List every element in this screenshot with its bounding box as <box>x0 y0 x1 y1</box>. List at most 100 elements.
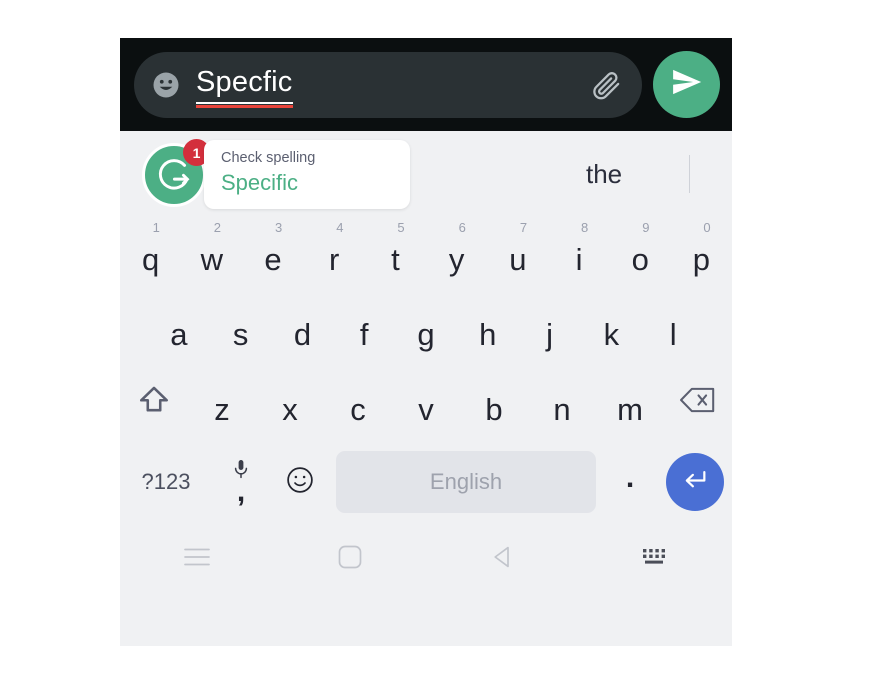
home-button[interactable] <box>273 523 426 595</box>
suggestion-separator <box>689 155 690 193</box>
key-x[interactable]: x <box>256 366 324 441</box>
paperclip-icon[interactable] <box>590 68 624 102</box>
hide-keyboard-button[interactable] <box>579 523 732 595</box>
key-label: j <box>546 316 554 352</box>
key-number-hint: 7 <box>519 220 528 235</box>
key-label: z <box>214 391 230 427</box>
key-y[interactable]: 6y <box>426 216 487 291</box>
key-number-hint: 6 <box>458 220 466 235</box>
key-d[interactable]: d <box>272 291 334 366</box>
key-number-hint: 4 <box>336 220 344 235</box>
key-i[interactable]: 8i <box>548 216 609 291</box>
key-s[interactable]: s <box>210 291 272 366</box>
key-f[interactable]: f <box>333 291 395 366</box>
keyboard-row-1: 1q2w3e4r5t6y7u8i9o0p <box>120 216 732 291</box>
emoji-key[interactable] <box>270 465 330 500</box>
key-label: v <box>418 391 434 427</box>
phone-screen: Specfic 1 Check spelling Specific the 1 … <box>120 38 732 646</box>
key-l[interactable]: l <box>642 291 704 366</box>
key-a[interactable]: a <box>148 291 210 366</box>
backspace-icon <box>679 385 717 423</box>
key-label: r <box>329 241 340 277</box>
key-label: a <box>170 316 188 352</box>
key-number-hint: 3 <box>275 220 283 235</box>
key-o[interactable]: 9o <box>610 216 671 291</box>
key-label: g <box>417 316 435 352</box>
key-label: b <box>485 391 503 427</box>
key-label: h <box>479 316 497 352</box>
key-r[interactable]: 4r <box>304 216 365 291</box>
home-square-icon <box>337 544 363 575</box>
comma-key[interactable]: , <box>212 441 270 523</box>
enter-key-circle <box>666 453 724 511</box>
android-navigation-bar <box>120 523 732 595</box>
key-p[interactable]: 0p <box>671 216 732 291</box>
key-h[interactable]: h <box>457 291 519 366</box>
recents-button[interactable] <box>120 523 273 595</box>
check-spelling-card[interactable]: Check spelling Specific <box>204 140 410 209</box>
suggestion-strip: 1 Check spelling Specific the and <box>120 131 732 216</box>
key-label: s <box>232 316 249 352</box>
key-label: n <box>553 391 571 427</box>
key-label: i <box>575 241 583 277</box>
key-label: u <box>509 241 527 277</box>
key-label: q <box>141 241 160 277</box>
spell-card-suggestion: Specific <box>221 170 299 195</box>
key-n[interactable]: n <box>528 366 596 441</box>
key-u[interactable]: 7u <box>487 216 548 291</box>
key-v[interactable]: v <box>392 366 460 441</box>
key-number-hint: 8 <box>581 220 589 235</box>
smiley-face-icon[interactable] <box>150 69 182 101</box>
key-g[interactable]: g <box>395 291 457 366</box>
key-m[interactable]: m <box>596 366 664 441</box>
message-input-field[interactable]: Specfic <box>134 51 642 118</box>
key-label: x <box>282 391 298 427</box>
backspace-key[interactable] <box>664 366 732 441</box>
back-triangle-icon <box>490 544 516 575</box>
key-label: f <box>359 316 369 352</box>
virtual-keyboard: 1q2w3e4r5t6y7u8i9o0p asdfghjkl zxcvbnm ?… <box>120 216 732 523</box>
key-label: e <box>264 241 282 277</box>
key-label: d <box>293 316 312 352</box>
key-number-hint: 2 <box>213 220 222 235</box>
key-label: m <box>617 391 643 427</box>
comma-label: , <box>236 475 246 508</box>
key-b[interactable]: b <box>460 366 528 441</box>
key-z[interactable]: z <box>188 366 256 441</box>
key-number-hint: 5 <box>397 220 405 235</box>
key-label: c <box>350 391 366 427</box>
key-k[interactable]: k <box>580 291 642 366</box>
symbols-key[interactable]: ?123 <box>120 469 212 495</box>
key-number-hint: 9 <box>642 220 650 235</box>
shift-key[interactable] <box>120 366 188 441</box>
key-t[interactable]: 5t <box>365 216 426 291</box>
key-number-hint: 1 <box>152 220 160 235</box>
shift-arrow-icon <box>137 383 171 425</box>
key-label: p <box>692 241 711 277</box>
key-q[interactable]: 1q <box>120 216 181 291</box>
key-e[interactable]: 3e <box>242 216 303 291</box>
message-text-wrap: Specfic <box>182 52 582 118</box>
space-key[interactable]: English <box>336 451 596 513</box>
enter-key[interactable] <box>658 453 732 511</box>
key-label: o <box>631 241 649 277</box>
recents-menu-icon <box>182 546 212 573</box>
enter-return-icon <box>681 466 709 499</box>
back-button[interactable] <box>426 523 579 595</box>
compose-bar: Specfic <box>120 38 732 131</box>
key-w[interactable]: 2w <box>181 216 242 291</box>
send-paper-plane-icon <box>670 65 704 104</box>
key-label: w <box>200 241 223 277</box>
keyboard-row-4: ?123 , English . <box>120 441 732 523</box>
suggestion-word-the[interactable]: the <box>586 159 622 190</box>
grammarly-button[interactable]: 1 <box>138 139 210 211</box>
message-text: Specfic <box>196 65 293 108</box>
period-key[interactable]: . <box>602 461 658 503</box>
key-label: k <box>603 316 620 352</box>
send-button[interactable] <box>653 51 720 118</box>
key-c[interactable]: c <box>324 366 392 441</box>
key-number-hint: 0 <box>703 220 711 235</box>
hide-keyboard-icon <box>641 547 671 572</box>
key-j[interactable]: j <box>519 291 581 366</box>
spell-card-title: Check spelling <box>221 150 316 166</box>
